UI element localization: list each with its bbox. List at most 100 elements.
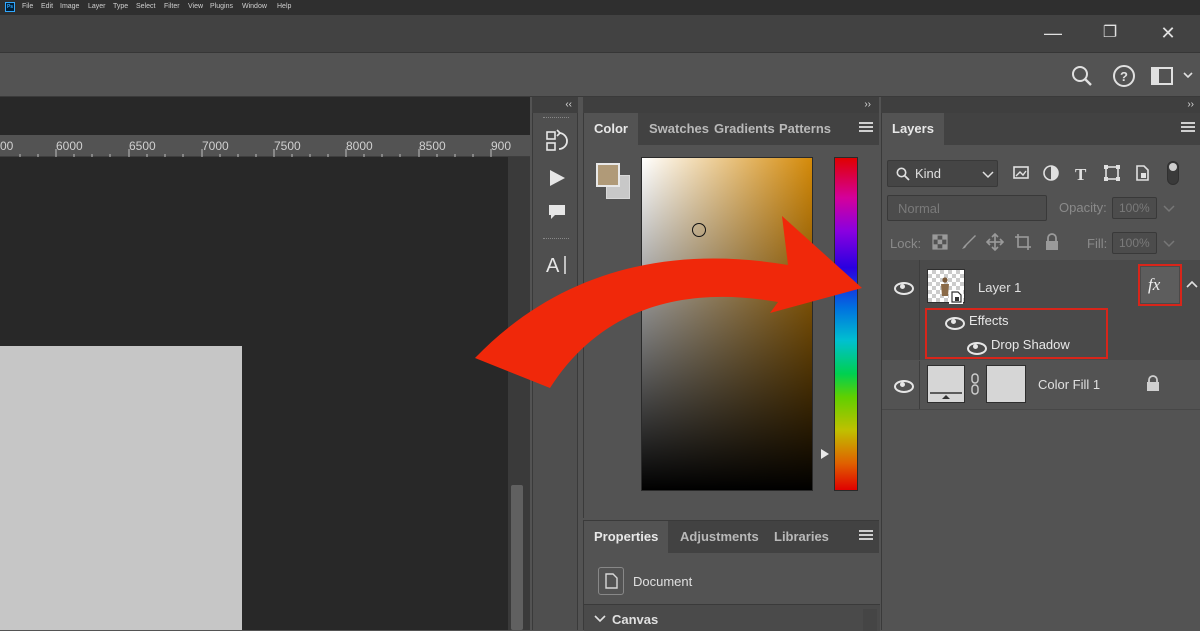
panel-menu-icon[interactable] bbox=[1181, 122, 1195, 134]
panel-menu-icon[interactable] bbox=[859, 530, 873, 542]
filter-kind-label: Kind bbox=[915, 166, 942, 181]
menu-select[interactable]: Select bbox=[136, 3, 155, 10]
hue-slider-marker[interactable] bbox=[821, 449, 829, 459]
search-icon bbox=[896, 167, 910, 181]
minimize-button[interactable]: — bbox=[1033, 19, 1073, 47]
chevron-down-icon[interactable] bbox=[1163, 204, 1175, 214]
layer-name[interactable]: Layer 1 bbox=[978, 280, 1021, 295]
photoshop-logo-icon[interactable]: Ps bbox=[5, 2, 15, 12]
chevron-up-icon[interactable] bbox=[1186, 280, 1198, 290]
document-canvas[interactable] bbox=[0, 346, 242, 630]
lock-artboard-icon[interactable] bbox=[1014, 233, 1032, 251]
opacity-label: Opacity: bbox=[1059, 200, 1107, 215]
menu-type[interactable]: Type bbox=[113, 3, 128, 10]
svg-text:T: T bbox=[1075, 165, 1087, 182]
fill-layer-thumbnail[interactable] bbox=[927, 365, 965, 403]
adjustment-layer-filter-icon[interactable] bbox=[1042, 164, 1060, 182]
document-icon bbox=[598, 567, 624, 595]
document-label: Document bbox=[633, 574, 693, 589]
properties-panel: Properties Adjustments Libraries Documen… bbox=[583, 520, 880, 631]
menu-layer[interactable]: Layer bbox=[88, 3, 106, 10]
layer-mask-thumbnail[interactable] bbox=[986, 365, 1026, 403]
play-actions-icon[interactable] bbox=[548, 169, 566, 187]
chevron-down-icon[interactable] bbox=[1163, 239, 1175, 249]
close-button[interactable]: ✕ bbox=[1148, 19, 1188, 47]
options-bar: ? bbox=[0, 54, 1200, 97]
visibility-eye-icon[interactable] bbox=[894, 379, 914, 393]
panel-menu-icon[interactable] bbox=[859, 122, 873, 134]
filter-toggle[interactable] bbox=[1167, 161, 1179, 185]
fill-input[interactable]: 100% bbox=[1112, 232, 1157, 254]
canvas-section-header[interactable]: Canvas bbox=[584, 604, 880, 631]
fx-highlight-box bbox=[1138, 264, 1182, 306]
blend-mode-label: Normal bbox=[898, 201, 940, 216]
type-layer-filter-icon[interactable]: T bbox=[1073, 164, 1091, 182]
effects-highlight-box bbox=[925, 308, 1108, 359]
workspace-icon[interactable] bbox=[1151, 67, 1173, 85]
lock-label: Lock: bbox=[890, 236, 922, 251]
tab-patterns[interactable]: Patterns bbox=[769, 113, 841, 145]
layer-row[interactable]: Color Fill 1 bbox=[882, 361, 1200, 409]
horizontal-ruler: 00 6000 6500 7000 7500 8000 8500 900 bbox=[0, 135, 530, 157]
menu-file[interactable]: File bbox=[22, 3, 33, 10]
link-chain-icon[interactable] bbox=[970, 373, 980, 395]
color-panel-tabs: Color Swatches Gradients Patterns bbox=[584, 113, 879, 145]
smart-object-badge-icon bbox=[949, 290, 963, 304]
menu-bar: Ps File Edit Image Layer Type Select Fil… bbox=[0, 0, 1200, 15]
foreground-color-swatch[interactable] bbox=[596, 163, 620, 187]
tab-properties[interactable]: Properties bbox=[584, 521, 669, 553]
history-icon[interactable] bbox=[545, 129, 569, 153]
layer-name[interactable]: Color Fill 1 bbox=[1038, 377, 1100, 392]
collapse-right-button[interactable]: ›› bbox=[583, 97, 879, 113]
canvas-section-label: Canvas bbox=[612, 612, 659, 627]
properties-panel-tabs: Properties Adjustments Libraries bbox=[584, 521, 879, 553]
filter-toggle-knob bbox=[1169, 163, 1177, 171]
menu-filter[interactable]: Filter bbox=[164, 3, 180, 10]
menu-help[interactable]: Help bbox=[277, 3, 291, 10]
annotation-arrow bbox=[475, 216, 862, 388]
collapse-right-button[interactable]: ›› bbox=[881, 97, 1200, 113]
shape-layer-filter-icon[interactable] bbox=[1103, 164, 1121, 182]
tab-libraries[interactable]: Libraries bbox=[764, 521, 839, 553]
layers-panel: Layers Kind T Normal Opacity: 100% Lock:… bbox=[881, 113, 1200, 630]
menu-view[interactable]: View bbox=[188, 3, 203, 10]
pixel-layer-filter-icon[interactable] bbox=[1012, 164, 1030, 182]
chevron-down-icon bbox=[594, 615, 606, 623]
layer-filter-select[interactable]: Kind bbox=[887, 160, 998, 187]
fill-layer-glyph-icon bbox=[930, 392, 962, 399]
visibility-eye-icon[interactable] bbox=[894, 281, 914, 295]
help-icon[interactable]: ? bbox=[1112, 64, 1136, 88]
title-bar: — ❐ ✕ bbox=[0, 15, 1200, 53]
lock-image-pixels-icon[interactable] bbox=[959, 233, 977, 251]
strip-grip[interactable] bbox=[543, 117, 569, 121]
svg-text:?: ? bbox=[1120, 69, 1128, 84]
lock-all-icon[interactable] bbox=[1044, 233, 1060, 251]
lock-position-icon[interactable] bbox=[986, 233, 1004, 251]
properties-scrollbar[interactable] bbox=[863, 609, 877, 631]
blend-mode-select[interactable]: Normal bbox=[887, 195, 1047, 221]
opacity-input[interactable]: 100% bbox=[1112, 197, 1157, 219]
restore-button[interactable]: ❐ bbox=[1090, 19, 1130, 47]
smart-object-filter-icon[interactable] bbox=[1133, 164, 1151, 182]
menu-window[interactable]: Window bbox=[242, 3, 267, 10]
fill-label: Fill: bbox=[1087, 236, 1108, 251]
menu-image[interactable]: Image bbox=[60, 3, 79, 10]
lock-transparent-pixels-icon[interactable] bbox=[932, 234, 948, 250]
tab-adjustments[interactable]: Adjustments bbox=[670, 521, 769, 553]
layer-thumbnail[interactable] bbox=[927, 269, 965, 304]
chevron-down-icon[interactable] bbox=[1182, 69, 1194, 81]
lock-icon bbox=[1147, 375, 1159, 391]
scrollbar-thumb[interactable] bbox=[511, 485, 523, 630]
menu-edit[interactable]: Edit bbox=[41, 3, 53, 10]
menu-plugins[interactable]: Plugins bbox=[210, 3, 233, 10]
tab-color[interactable]: Color bbox=[584, 113, 638, 145]
layers-panel-tabs: Layers bbox=[882, 113, 1200, 145]
collapse-left-button[interactable]: ‹‹ bbox=[532, 97, 578, 113]
layer-row[interactable]: Layer 1 fx Effects Drop Shadow bbox=[882, 260, 1200, 360]
tab-layers[interactable]: Layers bbox=[882, 113, 944, 145]
row-divider bbox=[919, 361, 920, 409]
search-icon[interactable] bbox=[1071, 65, 1093, 87]
chevron-down-icon bbox=[982, 171, 994, 179]
layers-list-divider bbox=[882, 409, 1200, 410]
row-divider bbox=[919, 260, 920, 360]
